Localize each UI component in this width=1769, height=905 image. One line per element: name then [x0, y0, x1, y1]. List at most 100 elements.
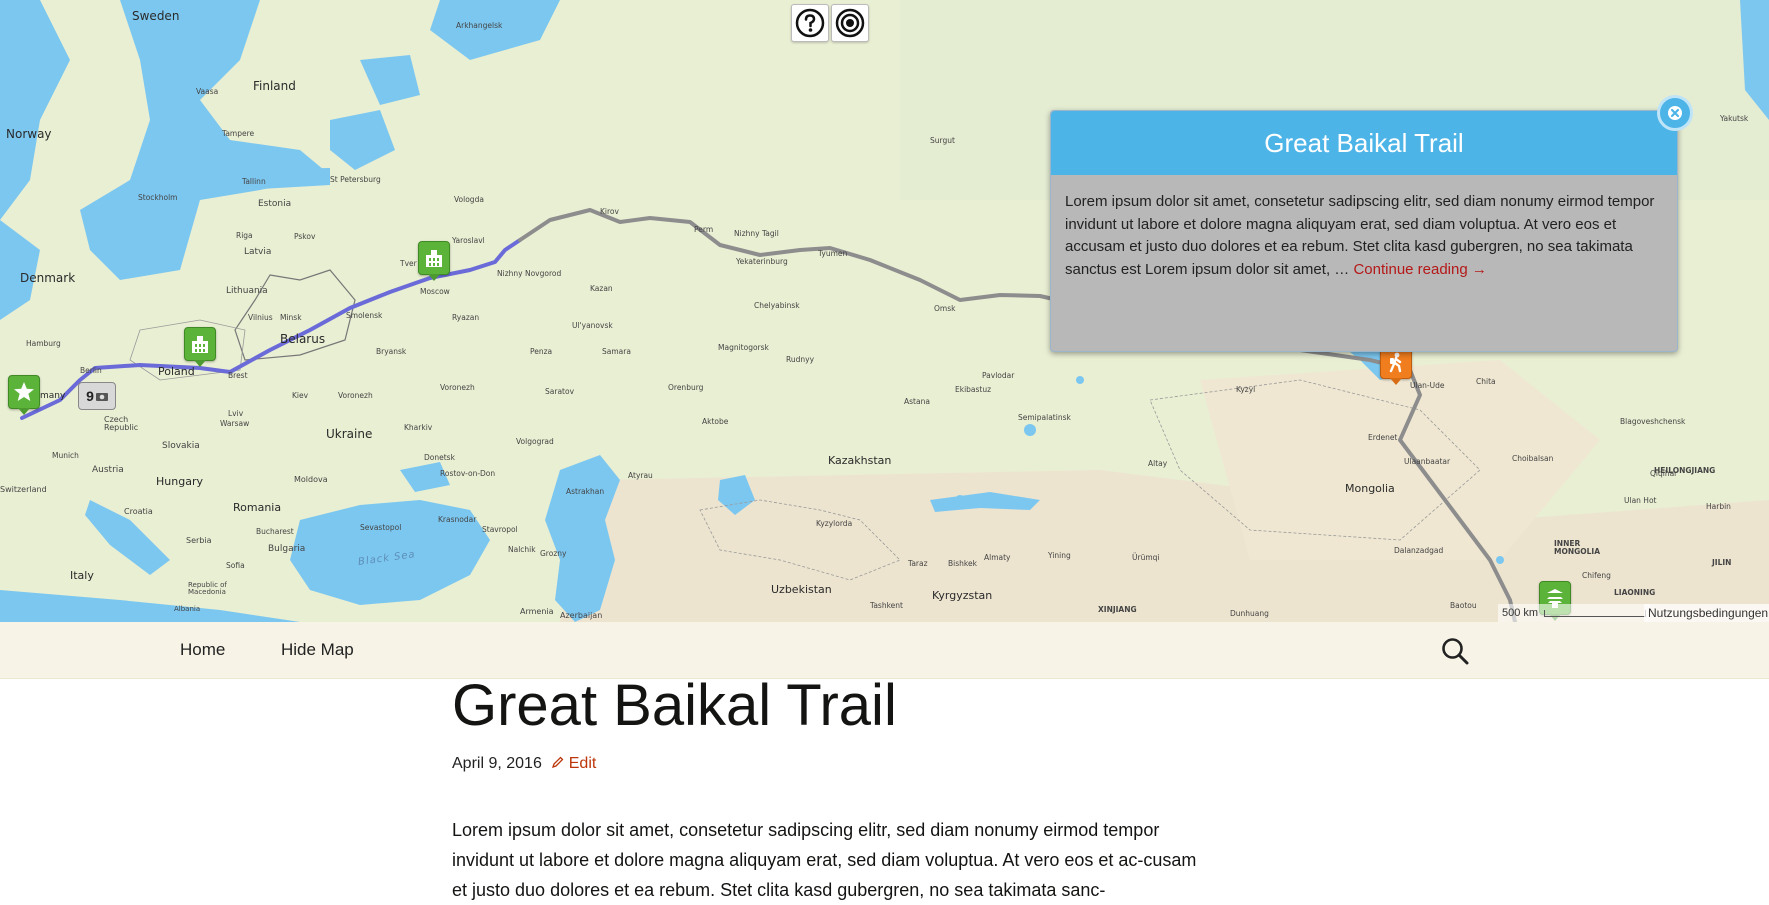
map-label-penza: Penza	[530, 347, 553, 356]
map-label-semipalatinsk: Semipalatinsk	[1018, 413, 1071, 422]
map-label-blagoveshchensk: Blagoveshchensk	[1620, 417, 1686, 426]
popup-title: Great Baikal Trail	[1264, 127, 1464, 158]
map-label-bryansk: Bryansk	[376, 347, 407, 356]
popup-header: Great Baikal Trail	[1051, 111, 1677, 175]
map-label-ekibastuz: Ekibastuz	[955, 385, 992, 394]
nav-hide-map[interactable]: Hide Map	[281, 640, 354, 660]
edit-link[interactable]: Edit	[552, 755, 596, 772]
map-label-chifeng: Chifeng	[1582, 571, 1611, 580]
map-label-yining: Yining	[1048, 551, 1071, 560]
map-label-sevastopol: Sevastopol	[360, 523, 402, 532]
post-meta: April 9, 2016 Edit	[452, 755, 596, 773]
search-button[interactable]	[1440, 636, 1470, 666]
map-label-ulan-hot: Ulan Hot	[1624, 496, 1657, 505]
map-label-kazakhstan: Kazakhstan	[828, 454, 892, 467]
map-label-nalchik: Nalchik	[508, 545, 536, 554]
sight-marker-moscow[interactable]	[418, 241, 450, 281]
photo-cluster-marker[interactable]: 9	[78, 382, 116, 410]
map-label-moldova: Moldova	[294, 475, 328, 484]
map-label-inner-mongolia: INNER MONGOLIA	[1554, 539, 1601, 556]
map-label-tver: Tver	[400, 259, 417, 268]
map-label-yekaterinburg: Yekaterinburg	[736, 257, 788, 266]
map-label-rostov: Rostov-on-Don	[440, 469, 496, 478]
help-button[interactable]	[791, 4, 829, 42]
map-label-croatia: Croatia	[124, 507, 153, 516]
map-label-switzerland: Switzerland	[0, 485, 47, 494]
map-label-xinjiang: XINJIANG	[1098, 605, 1137, 614]
map-label-azerbaijan: Azerbaijan	[560, 611, 603, 620]
map-label-riga: Riga	[236, 231, 253, 240]
map-label-estonia: Estonia	[258, 199, 292, 209]
post-date[interactable]: April 9, 2016	[452, 755, 542, 772]
scale-label: 500 km	[1502, 607, 1539, 619]
map-label-bishkek: Bishkek	[948, 559, 977, 568]
map-label-vologda: Vologda	[454, 195, 484, 204]
photo-count: 9	[86, 388, 94, 404]
map-label-kirov: Kirov	[600, 207, 619, 216]
map-label-pskov: Pskov	[294, 232, 316, 241]
map-label-finland: Finland	[253, 79, 296, 93]
map-label-voronezh: Voronezh	[440, 383, 475, 392]
map-label-lithuania: Lithuania	[226, 286, 268, 296]
map-label-voronezh-west: Voronezh	[338, 391, 373, 400]
map-label-albania: Albania	[174, 605, 201, 613]
map-label-urumqi: Ürümqi	[1132, 553, 1160, 562]
map-label-nizhny-tagil: Nizhny Tagil	[734, 229, 779, 238]
map-label-kazan: Kazan	[590, 284, 613, 293]
map-label-altay: Altay	[1148, 459, 1168, 468]
map-label-italy: Italy	[70, 569, 94, 582]
popup-close-button[interactable]	[1657, 95, 1693, 131]
map-label-germany: many	[40, 391, 66, 401]
map-label-jilin: JILIN	[1712, 558, 1732, 567]
map-label-perm: Perm	[694, 225, 714, 234]
map-label-kyzylorda: Kyzylorda	[816, 519, 853, 528]
map-label-bulgaria: Bulgaria	[268, 544, 306, 554]
map-label-vilnius: Vilnius	[248, 313, 273, 322]
map-label-uzbekistan: Uzbekistan	[771, 583, 832, 596]
map-label-mongolia: Mongolia	[1345, 482, 1395, 495]
map-label-munich: Munich	[52, 451, 79, 460]
map-label-moscow: Moscow	[420, 287, 450, 296]
map-label-yaroslavl: Yaroslavl	[452, 236, 485, 245]
map-label-liaoning: LIAONING	[1614, 588, 1656, 597]
map-label-sweden: Sweden	[132, 9, 180, 23]
post-excerpt: Lorem ipsum dolor sit amet, consetetur s…	[452, 820, 1197, 900]
map-label-serbia: Serbia	[186, 536, 212, 545]
map-label-latvia: Latvia	[244, 247, 272, 257]
start-marker[interactable]	[8, 375, 40, 415]
hiker-icon	[1389, 352, 1402, 373]
map-label-ukraine: Ukraine	[326, 427, 373, 441]
map-label-poland: Poland	[158, 365, 195, 378]
map-label-atyrau: Atyrau	[628, 471, 653, 480]
locate-button[interactable]	[831, 4, 869, 42]
map-label-ulan-ude: Ulan-Ude	[1410, 381, 1445, 390]
map-label-warsaw: Warsaw	[220, 419, 250, 428]
terms-link[interactable]: Nutzungsbedingungen	[1644, 604, 1769, 622]
map-label-lviv: Lviv	[228, 409, 244, 418]
map-label-choibalsan: Choibalsan	[1512, 454, 1554, 463]
nav-home[interactable]: Home	[180, 640, 225, 660]
map-label-grozny: Grozny	[540, 549, 567, 558]
map-label-kiev: Kiev	[292, 391, 309, 400]
nav-bar: Home Hide Map	[0, 622, 1769, 679]
map-label-arkhangelsk: Arkhangelsk	[456, 21, 503, 30]
map-label-yakutsk: Yakutsk	[1720, 114, 1749, 123]
close-icon	[1668, 106, 1682, 120]
map-label-hungary: Hungary	[156, 475, 203, 488]
map[interactable]: Sweden Finland Norway Denmark Estonia La…	[0, 0, 1769, 622]
map-label-hamburg: Hamburg	[26, 339, 61, 348]
pencil-icon	[552, 756, 564, 769]
sight-marker-poland[interactable]	[184, 327, 216, 367]
map-label-dalanzadgad: Dalanzadgad	[1394, 546, 1444, 555]
map-label-magnitogorsk: Magnitogorsk	[718, 343, 769, 352]
map-label-berlin: Berlin	[80, 366, 102, 375]
map-label-czech: Czech Republic	[104, 415, 139, 432]
map-label-volgograd: Volgograd	[516, 437, 554, 446]
map-label-qiqihar: Qiqihar	[1650, 469, 1678, 478]
map-label-sofia: Sofia	[226, 561, 245, 570]
map-label-omsk: Omsk	[934, 304, 956, 313]
map-label-tampere: Tampere	[222, 129, 255, 138]
continue-reading-link[interactable]: Continue reading →	[1353, 261, 1486, 278]
post-title[interactable]: Great Baikal Trail	[452, 672, 897, 739]
scale-bar	[1544, 609, 1647, 617]
